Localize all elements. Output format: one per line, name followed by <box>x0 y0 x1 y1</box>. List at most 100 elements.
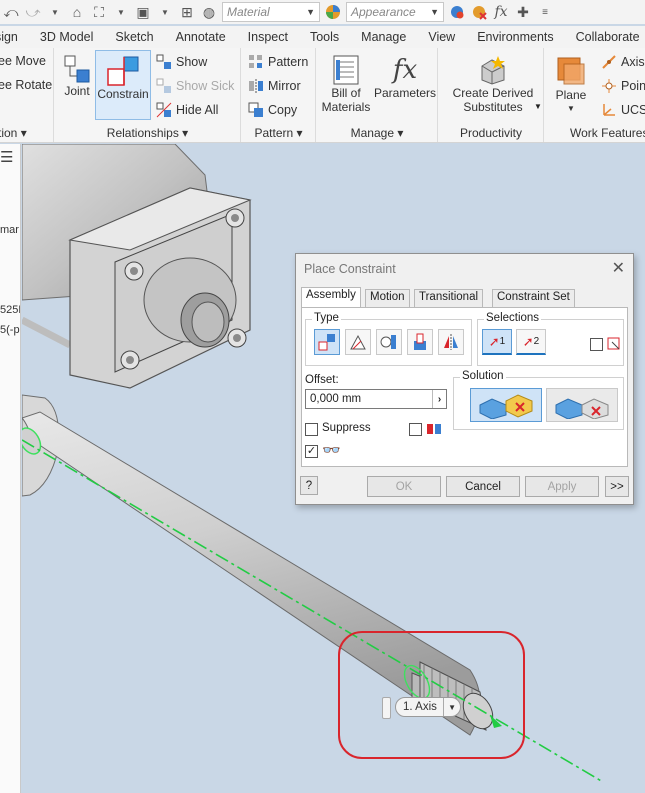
bill-of-materials-button[interactable]: Bill of Materials <box>321 54 371 114</box>
help-button[interactable]: ? <box>300 476 318 495</box>
manage-panel-label[interactable]: Manage ▾ <box>317 126 437 140</box>
chevron-right-icon[interactable]: › <box>432 390 446 408</box>
mirror-icon <box>249 79 263 93</box>
tab-design[interactable]: esign <box>0 30 29 44</box>
tab-sketch[interactable]: Sketch <box>104 30 164 44</box>
suppress-label: Suppress <box>322 422 371 434</box>
tab-annotate[interactable]: Annotate <box>165 30 237 44</box>
selection-1-button[interactable]: ➚ 1 <box>482 329 512 355</box>
pattern-panel-label[interactable]: Pattern ▾ <box>242 126 315 140</box>
tab-constraint-set[interactable]: Constraint Set <box>492 289 575 307</box>
productivity-panel-label: Productivity <box>439 126 543 140</box>
mate-icon <box>318 334 335 351</box>
mate-constraint-button[interactable] <box>314 329 340 355</box>
plus-icon[interactable]: ✚ <box>514 3 532 21</box>
update-icon[interactable]: ▣ <box>134 3 152 21</box>
offset-field[interactable]: 0,000 mm › <box>305 389 447 409</box>
first-part-checkbox[interactable] <box>590 338 603 351</box>
ok-button[interactable]: OK <box>367 476 441 497</box>
copy-icon <box>248 102 263 117</box>
close-icon[interactable]: ✕ <box>612 258 625 278</box>
network-icon[interactable]: ⊞ <box>178 3 196 21</box>
relationships-panel-label[interactable]: Relationships ▾ <box>55 126 240 140</box>
pattern-panel: Pattern Mirror Copy Pattern ▾ <box>242 48 316 142</box>
tangent-constraint-button[interactable] <box>376 329 402 355</box>
preview-checkbox[interactable]: ✓ <box>305 445 318 458</box>
assembly-tab-content: Type Selections ➚ 1 ➚ 2 Offset: 0,000 mm… <box>301 307 628 467</box>
chevron-down-icon[interactable]: ▼ <box>534 102 542 111</box>
hide-all-button[interactable]: Hide All <box>156 102 218 118</box>
redo-icon[interactable]: ⤻ <box>24 3 42 21</box>
flush-solution-button[interactable] <box>546 388 618 422</box>
ucs-label: UCS <box>621 103 645 117</box>
home-icon[interactable]: ⌂ <box>68 3 86 21</box>
tab-inspect[interactable]: Inspect <box>237 30 299 44</box>
free-move-button[interactable]: ee Move <box>0 54 46 68</box>
clear-appearance-icon[interactable] <box>470 3 488 21</box>
dropdown-icon[interactable]: ▼ <box>156 3 174 21</box>
browser-node[interactable]: 525R <box>0 304 20 316</box>
tab-manage[interactable]: Manage <box>350 30 417 44</box>
apply-button[interactable]: Apply <box>525 476 599 497</box>
show-label: Show <box>176 55 208 69</box>
undo-icon[interactable]: ⤺ <box>2 3 20 21</box>
appearance-combo[interactable]: Appearance ▼ <box>346 2 444 22</box>
selection-2-button[interactable]: ➚ 2 <box>516 329 546 355</box>
tab-motion[interactable]: Motion <box>365 289 410 307</box>
ucs-button[interactable]: UCS <box>601 102 645 118</box>
help-label: ? <box>305 479 313 492</box>
create-derived-substitutes-button[interactable]: Create Derived Substitutes <box>445 54 541 114</box>
tab-assembly[interactable]: Assembly <box>301 287 361 308</box>
point-button[interactable]: Poin <box>601 78 645 94</box>
point-icon <box>602 79 616 93</box>
symmetry-constraint-button[interactable] <box>438 329 464 355</box>
chevron-down-icon: ▼ <box>306 7 315 17</box>
browser-node[interactable]: 5(-p <box>0 324 20 336</box>
insert-constraint-button[interactable] <box>407 329 433 355</box>
more-options-button[interactable]: >> <box>605 476 629 497</box>
plane-button[interactable]: Plane ▼ <box>551 54 591 116</box>
customize-dropdown-icon[interactable]: ≡ <box>536 3 554 21</box>
angle-constraint-button[interactable] <box>345 329 371 355</box>
mate-solution-button[interactable] <box>470 388 542 422</box>
browser-menu-icon[interactable]: ☰ <box>0 148 13 166</box>
mate-solution-icon <box>479 394 533 419</box>
manage-panel: Bill of Materials fx Parameters Manage ▾ <box>317 48 438 142</box>
tab-view[interactable]: View <box>417 30 466 44</box>
parameters-label: Parameters <box>373 86 437 100</box>
dropdown-icon[interactable]: ▼ <box>112 3 130 21</box>
tab-environments[interactable]: Environments <box>466 30 564 44</box>
dropdown-icon[interactable]: ▼ <box>46 3 64 21</box>
copy-button[interactable]: Copy <box>248 102 297 118</box>
joint-icon <box>64 55 90 83</box>
cancel-button[interactable]: Cancel <box>446 476 520 497</box>
tab-3d-model[interactable]: 3D Model <box>29 30 105 44</box>
create-derived-label-2: Substitutes <box>463 100 523 114</box>
parameters-button[interactable]: fx Parameters <box>373 54 437 100</box>
adjust-appearance-icon[interactable] <box>448 3 466 21</box>
tab-transitional[interactable]: Transitional <box>414 289 484 307</box>
free-rotate-button[interactable]: ee Rotate <box>0 78 52 92</box>
suppress-checkbox[interactable] <box>305 423 318 436</box>
checker-icon[interactable]: ◍ <box>200 3 218 21</box>
joint-button[interactable]: Joint <box>60 54 94 98</box>
pattern-button[interactable]: Pattern <box>248 54 308 70</box>
create-derived-label-1: Create Derived <box>452 86 534 100</box>
pattern-label: Pattern <box>268 55 309 69</box>
ok-label: OK <box>395 480 413 493</box>
selections-group: Selections ➚ 1 ➚ 2 <box>477 312 624 366</box>
material-combo[interactable]: Material ▼ <box>222 2 320 22</box>
panel-label-text: Productivity <box>459 126 523 140</box>
tab-tools[interactable]: Tools <box>299 30 350 44</box>
fx-icon[interactable]: fx <box>492 3 510 21</box>
pick-part-first-icon <box>607 337 620 350</box>
select-filter-icon[interactable]: ⛶ <box>90 3 108 21</box>
show-button[interactable]: Show <box>156 54 207 70</box>
mirror-button[interactable]: Mirror <box>248 78 301 94</box>
axis-button[interactable]: Axis <box>601 54 645 70</box>
tab-collaborate[interactable]: Collaborate <box>565 30 645 44</box>
predict-offset-checkbox[interactable] <box>409 423 422 436</box>
position-panel-label[interactable]: tion ▾ <box>0 126 53 140</box>
constrain-button[interactable]: Constrain <box>95 50 151 120</box>
browser-node[interactable]: mar <box>0 224 19 236</box>
